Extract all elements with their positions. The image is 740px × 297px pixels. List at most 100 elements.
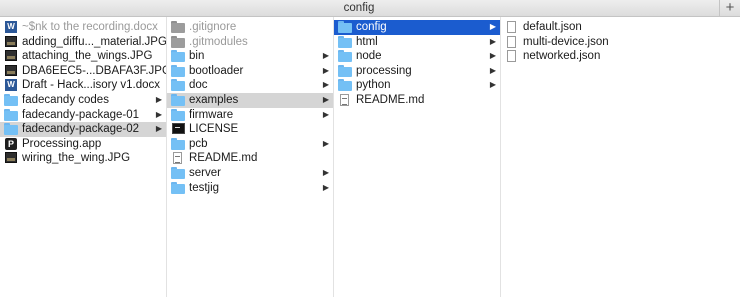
column-4[interactable]: default.json multi-device.json networked.j… xyxy=(501,17,740,297)
item-label: README.md xyxy=(189,152,258,165)
chevron-right-icon: ▶ xyxy=(489,51,496,61)
folder-row[interactable]: python ▶ xyxy=(334,78,500,93)
item-label: DBA6EEC5-...DBAFA3F.JPG xyxy=(22,64,167,77)
column-browser: W ~$nk to the recording.docx adding_diffu.… xyxy=(0,17,740,297)
item-label: networked.json xyxy=(523,50,601,63)
item-label: attaching_the_wings.JPG xyxy=(22,50,153,63)
word-doc-icon: W xyxy=(5,21,17,33)
item-label: README.md xyxy=(356,93,425,106)
chevron-right-icon: ▶ xyxy=(322,65,329,75)
folder-row[interactable]: server ▶ xyxy=(167,166,333,181)
item-label: python xyxy=(356,79,391,92)
folder-icon xyxy=(171,181,185,194)
image-icon xyxy=(5,64,17,76)
file-icon xyxy=(507,21,516,33)
app-icon: P xyxy=(5,137,17,150)
item-label: ~$nk to the recording.docx xyxy=(22,21,158,33)
item-label: Processing.app xyxy=(22,137,102,150)
item-label: processing xyxy=(356,64,412,77)
file-row[interactable]: default.json xyxy=(501,20,740,35)
chevron-right-icon: ▶ xyxy=(322,167,329,177)
chevron-right-icon: ▶ xyxy=(322,109,329,119)
file-row[interactable]: wiring_the_wing.JPG xyxy=(0,151,166,166)
chevron-right-icon: ▶ xyxy=(489,65,496,75)
image-icon xyxy=(5,50,17,62)
file-row[interactable]: DBA6EEC5-...DBAFA3F.JPG xyxy=(0,64,166,79)
folder-icon xyxy=(171,64,185,77)
folder-icon xyxy=(338,21,352,33)
chevron-right-icon: ▶ xyxy=(155,94,162,104)
chevron-right-icon: ▶ xyxy=(322,51,329,61)
item-label: pcb xyxy=(189,137,208,150)
file-row[interactable]: README.md xyxy=(334,93,500,108)
folder-row[interactable]: fadecandy-package-02 ▶ xyxy=(0,122,166,137)
folder-icon xyxy=(338,35,352,48)
file-row[interactable]: networked.json xyxy=(501,49,740,64)
folder-row[interactable]: fadecandy-package-01 ▶ xyxy=(0,108,166,123)
item-label: bin xyxy=(189,50,205,63)
item-label: testjig xyxy=(189,181,220,194)
folder-row[interactable]: doc ▶ xyxy=(167,78,333,93)
add-tab-button[interactable]: + xyxy=(719,0,740,16)
file-row[interactable]: adding_diffu..._material.JPG xyxy=(0,35,166,50)
item-label: wiring_the_wing.JPG xyxy=(22,152,131,165)
item-label: node xyxy=(356,50,382,63)
file-row[interactable]: W Draft - Hack...isory v1.docx xyxy=(0,78,166,93)
file-row[interactable]: P Processing.app xyxy=(0,137,166,152)
folder-row[interactable]: bin ▶ xyxy=(167,49,333,64)
column-3[interactable]: config ▶ html ▶ node ▶ processing ▶ python ▶ READM… xyxy=(334,17,501,297)
item-label: bootloader xyxy=(189,64,244,77)
item-label: LICENSE xyxy=(189,123,239,136)
folder-row[interactable]: fadecandy codes ▶ xyxy=(0,93,166,108)
folder-row[interactable]: node ▶ xyxy=(334,49,500,64)
folder-icon xyxy=(4,108,18,121)
file-row[interactable]: .gitignore xyxy=(167,20,333,35)
file-row[interactable]: attaching_the_wings.JPG xyxy=(0,49,166,64)
column-1[interactable]: W ~$nk to the recording.docx adding_diffu.… xyxy=(0,17,167,297)
item-label: examples xyxy=(189,93,239,106)
folder-row[interactable]: firmware ▶ xyxy=(167,108,333,123)
file-row[interactable]: README.md xyxy=(167,151,333,166)
folder-row[interactable]: examples ▶ xyxy=(167,92,333,108)
folder-row[interactable]: html ▶ xyxy=(334,35,500,50)
chevron-right-icon: ▶ xyxy=(489,36,496,46)
folder-icon xyxy=(171,137,185,150)
item-label: fadecandy-package-02 xyxy=(22,123,139,136)
folder-icon xyxy=(338,79,352,92)
chevron-right-icon: ▶ xyxy=(489,80,496,90)
item-label: firmware xyxy=(189,108,234,121)
folder-icon xyxy=(4,123,18,136)
file-row[interactable]: LICENSE xyxy=(167,122,333,137)
folder-gray-icon xyxy=(171,21,185,33)
folder-row[interactable]: bootloader ▶ xyxy=(167,64,333,79)
chevron-right-icon: ▶ xyxy=(155,109,162,119)
column-2[interactable]: .gitignore .gitmodules bin ▶ bootloader ▶ doc ▶… xyxy=(167,17,334,297)
chevron-right-icon: ▶ xyxy=(322,138,329,148)
window-title: config xyxy=(343,2,375,14)
image-icon xyxy=(5,152,17,164)
chevron-right-icon: ▶ xyxy=(489,22,496,31)
item-label: adding_diffu..._material.JPG xyxy=(22,35,167,48)
file-row[interactable]: .gitmodules xyxy=(167,35,333,50)
folder-row[interactable]: processing ▶ xyxy=(334,64,500,79)
folder-icon xyxy=(171,166,185,179)
folder-icon xyxy=(171,50,185,63)
chevron-right-icon: ▶ xyxy=(322,182,329,192)
folder-row[interactable]: testjig ▶ xyxy=(167,181,333,196)
item-label: .gitmodules xyxy=(189,35,248,48)
chevron-right-icon: ▶ xyxy=(322,80,329,90)
file-icon xyxy=(507,35,516,48)
item-label: config xyxy=(356,21,387,33)
word-doc-icon: W xyxy=(5,79,17,92)
image-icon xyxy=(5,35,17,47)
folder-icon xyxy=(338,64,352,77)
folder-icon xyxy=(171,108,185,121)
file-row[interactable]: W ~$nk to the recording.docx xyxy=(0,20,166,35)
item-label: server xyxy=(189,166,221,179)
folder-icon xyxy=(4,93,18,106)
finder-window: config + W ~$nk to the recording.docx addi… xyxy=(0,0,740,297)
folder-row[interactable]: pcb ▶ xyxy=(167,137,333,152)
folder-gray-icon xyxy=(171,35,185,48)
file-row[interactable]: multi-device.json xyxy=(501,35,740,50)
folder-row[interactable]: config ▶ xyxy=(334,20,500,35)
